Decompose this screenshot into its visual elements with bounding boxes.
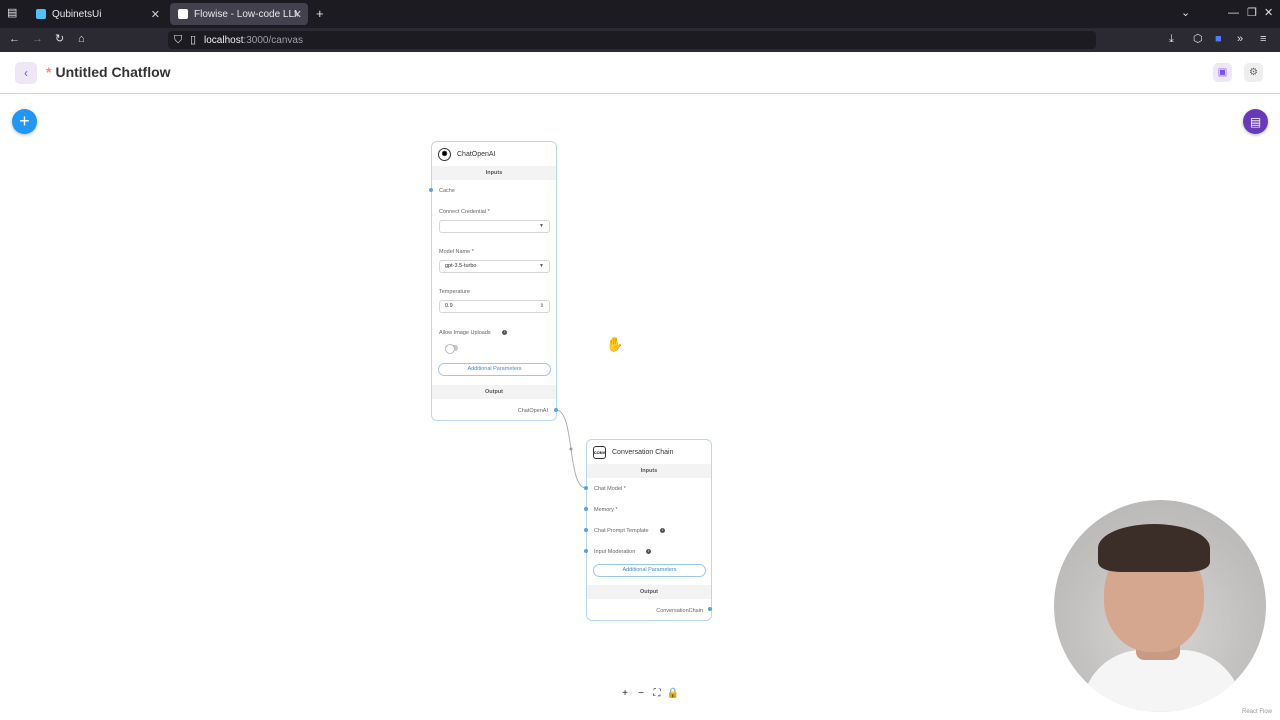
- presenter-hair: [1098, 524, 1210, 572]
- tab-label: QubinetsUi: [52, 8, 102, 20]
- credential-select[interactable]: ▼: [439, 220, 550, 233]
- back-arrow-icon[interactable]: ←: [9, 34, 20, 45]
- restore-icon[interactable]: ❐: [1247, 8, 1257, 19]
- output-section-label: Output: [432, 385, 556, 399]
- lock-icon[interactable]: 🔒: [665, 686, 681, 700]
- image-uploads-label: Allow Image Uploads: [439, 330, 491, 336]
- chevron-left-icon: ‹: [24, 66, 28, 80]
- info-icon[interactable]: i: [502, 330, 507, 335]
- close-icon[interactable]: ✕: [151, 8, 160, 21]
- inputs-section-label: Inputs: [587, 464, 711, 478]
- info-icon[interactable]: i: [646, 549, 651, 554]
- shield-icon[interactable]: ⛉: [174, 35, 182, 46]
- zoom-in-icon[interactable]: +: [617, 686, 633, 700]
- webcam-overlay: [1054, 500, 1266, 712]
- url-bar[interactable]: ⛉ ▯ localhost:3000/canvas: [168, 31, 1096, 49]
- settings-button[interactable]: ⚙: [1244, 63, 1263, 82]
- chevron-down-icon[interactable]: ⌄: [1181, 8, 1190, 19]
- cache-label: Cache: [439, 188, 455, 194]
- node-title: Conversation Chain: [612, 448, 674, 456]
- conversation-chain-icon: CONV: [593, 445, 606, 459]
- prompt-template-handle[interactable]: [584, 528, 588, 532]
- qubinets-favicon-icon: [36, 9, 46, 19]
- output-section-label: Output: [587, 585, 711, 599]
- chat-model-label: Chat Model *: [594, 486, 626, 492]
- window-close-icon[interactable]: ✕: [1264, 8, 1273, 19]
- page-info-icon[interactable]: ▯: [190, 35, 196, 46]
- temperature-value: 0.9: [445, 303, 453, 309]
- model-name-value: gpt-3.5-turbo: [445, 263, 477, 269]
- temperature-label: Temperature: [439, 289, 470, 295]
- new-tab-icon[interactable]: +: [316, 7, 324, 20]
- openai-icon: ✺: [438, 147, 451, 161]
- output-label: ChatOpenAI: [517, 408, 548, 414]
- additional-parameters-button[interactable]: Additional Parameters: [438, 363, 551, 376]
- save-icon: ▣: [1217, 67, 1228, 78]
- gear-icon: ⚙: [1249, 67, 1258, 78]
- memory-label: Memory *: [594, 507, 618, 513]
- reader-icon[interactable]: ⌂: [78, 34, 85, 45]
- additional-parameters-button[interactable]: Additional Parameters: [593, 564, 706, 577]
- tab-flowise[interactable]: Flowise - Low-code LLM ap ✕: [170, 3, 308, 25]
- minimize-icon[interactable]: —: [1228, 8, 1239, 19]
- input-moderation-handle[interactable]: [584, 549, 588, 553]
- caret-down-icon: ▼: [539, 223, 544, 229]
- add-node-button[interactable]: +: [12, 109, 37, 134]
- temperature-input[interactable]: 0.9 ⇕: [439, 300, 550, 313]
- profile-icon[interactable]: ■: [1215, 34, 1222, 45]
- url-path: :3000/canvas: [243, 34, 303, 46]
- hand-cursor-icon: ✋: [606, 336, 624, 352]
- unsaved-indicator: *: [46, 64, 52, 80]
- input-moderation-label: Input Moderation: [594, 549, 636, 555]
- close-icon[interactable]: ✕: [293, 8, 302, 21]
- chat-model-handle[interactable]: [584, 486, 588, 490]
- extensions-icon[interactable]: ⬡: [1193, 34, 1203, 45]
- prompt-template-label: Chat Prompt Template: [594, 528, 649, 534]
- page-title[interactable]: * Untitled Chatflow: [46, 64, 171, 80]
- chatflow-name: Untitled Chatflow: [55, 64, 171, 80]
- conversation-chain-output-handle[interactable]: [708, 607, 712, 611]
- back-button[interactable]: ‹: [15, 62, 37, 84]
- canvas-controls: + − ⛶ 🔒: [617, 686, 681, 700]
- image-uploads-toggle[interactable]: [445, 344, 458, 354]
- tab-qubinets[interactable]: QubinetsUi ✕: [28, 3, 166, 25]
- caret-down-icon: ▼: [539, 263, 544, 269]
- plus-icon: +: [19, 111, 30, 131]
- url-host: localhost: [204, 34, 244, 46]
- tab-label: Flowise - Low-code LLM ap: [194, 8, 298, 20]
- browser-tab-bar: ▤ QubinetsUi ✕ Flowise - Low-code LLM ap…: [0, 0, 1280, 28]
- menu-icon[interactable]: ≡: [1260, 34, 1266, 45]
- conversation-chain-node[interactable]: CONV Conversation Chain Inputs Chat Mode…: [586, 439, 712, 621]
- credential-label: Connect Credential *: [439, 209, 490, 215]
- model-name-select[interactable]: gpt-3.5-turbo ▼: [439, 260, 550, 273]
- forward-arrow-icon[interactable]: →: [32, 34, 43, 45]
- download-icon[interactable]: ⤓: [1169, 34, 1174, 45]
- stepper-icon[interactable]: ⇕: [540, 301, 544, 312]
- chat-icon: ▤: [1249, 114, 1262, 129]
- react-flow-attribution[interactable]: React Flow: [1242, 709, 1272, 715]
- tab-list-icon[interactable]: ▤: [7, 8, 17, 19]
- node-header: CONV Conversation Chain: [587, 440, 711, 464]
- overflow-chevrons-icon[interactable]: »: [1237, 34, 1243, 45]
- chat-button[interactable]: ▤: [1243, 109, 1268, 134]
- cache-input-handle[interactable]: [429, 188, 433, 192]
- chatopenai-node[interactable]: ✺ ChatOpenAI Inputs Cache Connect Creden…: [431, 141, 557, 421]
- output-label: ConversationChain: [656, 608, 703, 614]
- fit-view-icon[interactable]: ⛶: [649, 686, 665, 700]
- node-title: ChatOpenAI: [457, 150, 496, 158]
- chatopenai-output-handle[interactable]: [554, 408, 558, 412]
- zoom-out-icon[interactable]: −: [633, 686, 649, 700]
- info-icon[interactable]: i: [660, 528, 665, 533]
- app-header: [0, 52, 1280, 94]
- memory-handle[interactable]: [584, 507, 588, 511]
- node-header: ✺ ChatOpenAI: [432, 142, 556, 166]
- save-button[interactable]: ▣: [1213, 63, 1232, 82]
- model-name-label: Model Name *: [439, 249, 474, 255]
- reload-icon[interactable]: ↻: [55, 34, 64, 45]
- flowise-favicon-icon: [178, 9, 188, 19]
- inputs-section-label: Inputs: [432, 166, 556, 180]
